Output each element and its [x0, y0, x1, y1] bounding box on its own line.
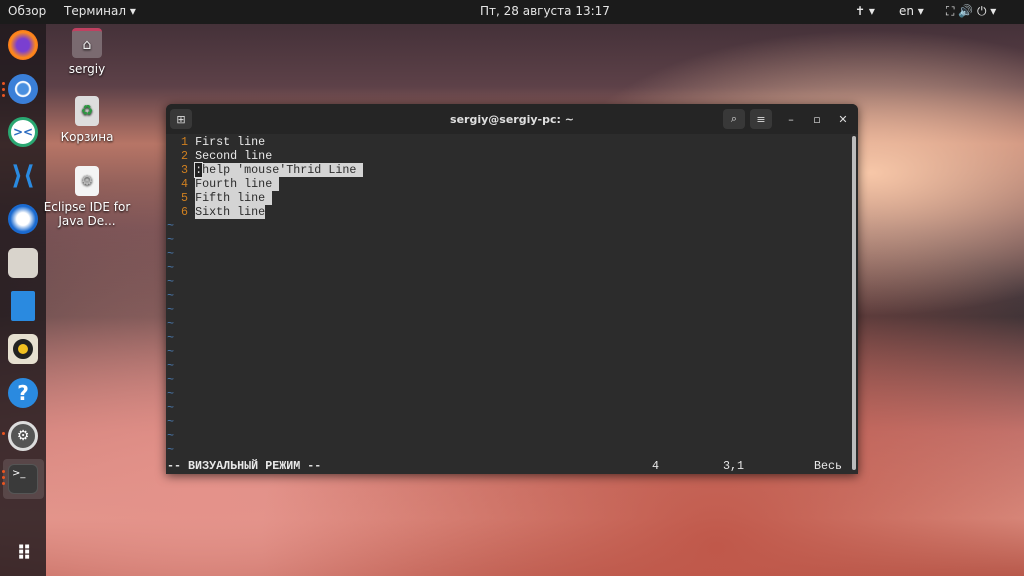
line-number: 5 — [181, 191, 189, 205]
search-icon[interactable]: ⌕ — [723, 109, 745, 129]
system-menu[interactable]: ⛶ 🔊 ⏻ ▾ — [946, 4, 996, 19]
line-number: 1 — [181, 135, 189, 149]
dock: >< ⟩⟨ ? ⚙ >_ ⠿ — [0, 24, 46, 576]
empty-line-tilde: ~ — [167, 233, 175, 247]
empty-line-tilde: ~ — [167, 387, 175, 401]
empty-line-tilde: ~ — [167, 443, 175, 457]
line-number: 3 — [181, 163, 189, 177]
empty-line-tilde: ~ — [167, 345, 175, 359]
maximize-icon[interactable]: ▫ — [808, 110, 826, 128]
rhythmbox-icon[interactable] — [8, 334, 38, 364]
vscode-icon[interactable]: ⟩⟨ — [8, 161, 38, 191]
selection-count: 4 — [652, 459, 660, 473]
chromium-icon[interactable] — [8, 74, 38, 104]
buffer-line: 6 Sixth line — [167, 205, 363, 219]
line-text: First line — [195, 135, 266, 149]
empty-line-tilde: ~ — [167, 359, 175, 373]
empty-line-tilde: ~ — [167, 247, 175, 261]
close-icon[interactable]: ✕ — [834, 110, 852, 128]
empty-line-tilde: ~ — [167, 261, 175, 275]
line-text: help 'mouse'Thrid Line — [202, 163, 364, 177]
mode-indicator: -- ВИЗУАЛЬНЫЙ РЕЖИМ -- — [167, 459, 322, 473]
trash-icon: ♻ — [75, 96, 99, 126]
empty-line-tilde: ~ — [167, 373, 175, 387]
line-number: 6 — [181, 205, 189, 219]
line-text: Second line — [195, 149, 273, 163]
vim-status-line: -- ВИЗУАЛЬНЫЙ РЕЖИМ -- 4 3,1 Весь — [167, 459, 853, 473]
empty-line-tilde: ~ — [167, 275, 175, 289]
empty-line-tilde: ~ — [167, 415, 175, 429]
scroll-position: Весь — [814, 459, 843, 473]
writer-icon[interactable] — [11, 291, 35, 321]
empty-line-tilde: ~ — [167, 219, 175, 233]
line-text: Fifth line — [195, 191, 273, 205]
eclipse-icon: ⚙ — [75, 166, 99, 196]
line-text: Sixth line — [195, 205, 266, 219]
files-icon[interactable] — [8, 248, 38, 278]
settings-icon[interactable]: ⚙ — [8, 421, 38, 451]
empty-line-tilde: ~ — [167, 429, 175, 443]
line-text: Fourth line — [195, 177, 280, 191]
buffer-line: 2 Second line — [167, 149, 363, 163]
show-apps-icon[interactable]: ⠿ — [8, 538, 38, 568]
terminal-icon[interactable]: >_ — [8, 464, 38, 494]
desktop-icon-trash[interactable]: ♻ Корзина — [42, 96, 132, 144]
scrollbar[interactable] — [852, 136, 856, 470]
home-folder-icon: ⌂ — [72, 28, 102, 58]
empty-line-tilde: ~ — [167, 317, 175, 331]
firefox-icon[interactable] — [8, 30, 38, 60]
menu-icon[interactable]: ≡ — [750, 109, 772, 129]
line-number: 2 — [181, 149, 189, 163]
buffer-line: 1 First line — [167, 135, 363, 149]
top-bar: Обзор Терминал ▾ Пт, 28 августа 13:17 ✝ … — [0, 0, 1024, 24]
help-icon[interactable]: ? — [8, 378, 38, 408]
desktop-icon-home[interactable]: ⌂ sergiy — [42, 28, 132, 76]
minimize-icon[interactable]: – — [782, 110, 800, 128]
accessibility-menu[interactable]: ✝ ▾ — [855, 4, 875, 18]
buffer-line: 4 Fourth line — [167, 177, 363, 191]
buffer-line: 5 Fifth line — [167, 191, 363, 205]
empty-line-tilde: ~ — [167, 401, 175, 415]
empty-line-tilde: ~ — [167, 331, 175, 345]
app-menu[interactable]: Терминал ▾ — [64, 4, 136, 18]
empty-line-tilde: ~ — [167, 303, 175, 317]
empty-line-tilde: ~ — [167, 289, 175, 303]
cursor-position: 3,1 — [723, 459, 745, 473]
remote-desktop-icon[interactable]: >< — [8, 117, 38, 147]
activities-button[interactable]: Обзор — [8, 4, 46, 18]
vim-buffer[interactable]: 1 First line 2 Second line 3 :help 'mous… — [167, 135, 364, 457]
thunderbird-icon[interactable] — [8, 204, 38, 234]
language-menu[interactable]: en ▾ — [899, 4, 924, 18]
terminal-window: ⊞ sergiy@sergiy-pc: ~ ⌕ ≡ – ▫ ✕ 1 First … — [166, 104, 858, 474]
desktop-icon-eclipse[interactable]: ⚙ Eclipse IDE for Java De... — [42, 166, 132, 228]
clock[interactable]: Пт, 28 августа 13:17 — [480, 4, 610, 18]
buffer-line: 3 :help 'mouse'Thrid Line — [167, 162, 364, 178]
terminal-header: ⊞ sergiy@sergiy-pc: ~ ⌕ ≡ – ▫ ✕ — [166, 104, 858, 134]
line-number: 4 — [181, 177, 189, 191]
